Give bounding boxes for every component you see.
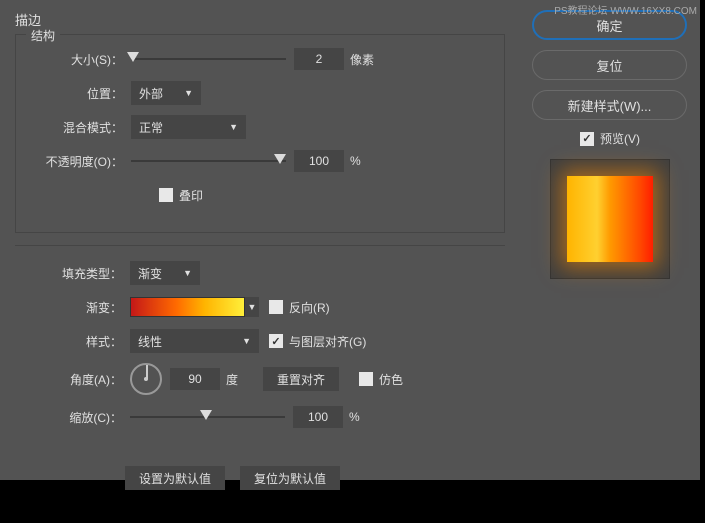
chevron-down-icon: ▼ — [174, 88, 193, 98]
style-select[interactable]: 线性 ▼ — [130, 329, 259, 353]
size-slider[interactable] — [131, 51, 286, 67]
scale-input[interactable] — [293, 406, 343, 428]
panel-title: 描边 — [15, 10, 505, 29]
gradient-label: 渐变： — [25, 299, 130, 316]
size-label: 大小(S)： — [26, 51, 131, 68]
overprint-row: 叠印 — [26, 183, 494, 207]
style-label: 样式： — [25, 333, 130, 350]
gradient-row: 渐变： ▼ 反向(R) — [25, 295, 495, 319]
reset-align-button[interactable]: 重置对齐 — [263, 367, 339, 391]
side-panel: 确定 复位 新建样式(W)... 预览(V) — [520, 0, 700, 480]
position-label: 位置： — [26, 85, 131, 102]
scale-row: 缩放(C)： % — [25, 405, 495, 429]
chevron-down-icon: ▼ — [173, 268, 192, 278]
scale-label: 缩放(C)： — [25, 409, 130, 426]
layer-style-dialog: 描边 结构 大小(S)： 像素 位置： 外部 ▼ 混合模式： — [0, 0, 700, 480]
style-row: 样式： 线性 ▼ 与图层对齐(G) — [25, 329, 495, 353]
fill-fieldset: 填充类型： 渐变 ▼ 渐变： ▼ 反向(R) 样式： 线性 ▼ — [15, 245, 505, 454]
dither-checkbox[interactable] — [359, 372, 373, 386]
watermark-text: PS教程论坛 WWW.16XX8.COM — [554, 2, 697, 17]
dither-label: 仿色 — [379, 371, 403, 388]
style-value: 线性 — [138, 333, 162, 350]
angle-row: 角度(A)： 度 重置对齐 仿色 — [25, 363, 495, 395]
angle-dial[interactable] — [130, 363, 162, 395]
main-panel: 描边 结构 大小(S)： 像素 位置： 外部 ▼ 混合模式： — [0, 0, 520, 480]
position-select[interactable]: 外部 ▼ — [131, 81, 201, 105]
filltype-select[interactable]: 渐变 ▼ — [130, 261, 200, 285]
reset-button[interactable]: 复位 — [532, 50, 687, 80]
blend-select[interactable]: 正常 ▼ — [131, 115, 246, 139]
filltype-row: 填充类型： 渐变 ▼ — [25, 261, 495, 285]
preview-box — [550, 159, 670, 279]
gradient-preview[interactable] — [130, 297, 245, 317]
opacity-unit: % — [350, 154, 361, 168]
align-checkbox[interactable] — [269, 334, 283, 348]
opacity-input[interactable] — [294, 150, 344, 172]
angle-label: 角度(A)： — [25, 371, 130, 388]
structure-legend: 结构 — [26, 27, 60, 44]
position-value: 外部 — [139, 85, 163, 102]
gradient-dropdown[interactable]: ▼ — [245, 297, 259, 317]
reverse-label: 反向(R) — [289, 299, 330, 316]
filltype-value: 渐变 — [138, 265, 162, 282]
angle-input[interactable] — [170, 368, 220, 390]
default-buttons-row: 设置为默认值 复位为默认值 — [15, 466, 505, 490]
position-row: 位置： 外部 ▼ — [26, 81, 494, 105]
align-label: 与图层对齐(G) — [289, 333, 366, 350]
overprint-checkbox[interactable] — [159, 188, 173, 202]
size-row: 大小(S)： 像素 — [26, 47, 494, 71]
preview-label: 预览(V) — [600, 130, 640, 147]
angle-unit: 度 — [226, 371, 238, 388]
scale-unit: % — [349, 410, 360, 424]
size-unit: 像素 — [350, 51, 374, 68]
chevron-down-icon: ▼ — [232, 336, 251, 346]
scale-slider[interactable] — [130, 409, 285, 425]
structure-fieldset: 结构 大小(S)： 像素 位置： 外部 ▼ 混合模式： — [15, 34, 505, 233]
blend-label: 混合模式： — [26, 119, 131, 136]
overprint-label: 叠印 — [179, 187, 203, 204]
filltype-label: 填充类型： — [25, 265, 130, 282]
reverse-checkbox[interactable] — [269, 300, 283, 314]
set-default-button[interactable]: 设置为默认值 — [125, 466, 225, 490]
preview-checkbox[interactable] — [580, 132, 594, 146]
reset-default-button[interactable]: 复位为默认值 — [240, 466, 340, 490]
preview-swatch — [567, 176, 653, 262]
new-style-button[interactable]: 新建样式(W)... — [532, 90, 687, 120]
size-input[interactable] — [294, 48, 344, 70]
blend-value: 正常 — [139, 119, 163, 136]
blend-row: 混合模式： 正常 ▼ — [26, 115, 494, 139]
opacity-row: 不透明度(O)： % — [26, 149, 494, 173]
chevron-down-icon: ▼ — [219, 122, 238, 132]
opacity-slider[interactable] — [131, 153, 286, 169]
opacity-label: 不透明度(O)： — [26, 153, 131, 170]
preview-check-row: 预览(V) — [532, 130, 688, 147]
